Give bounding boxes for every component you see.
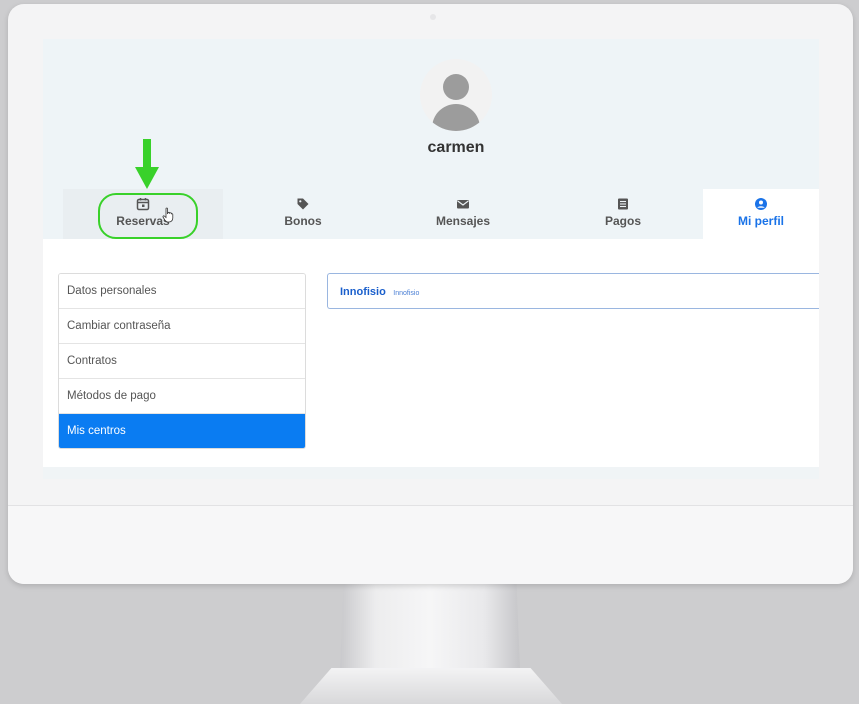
tag-icon [297, 198, 309, 210]
monitor-stand-base [300, 668, 562, 704]
monitor-frame: carmen Reservas Bonos Mensajes Pagos Mi … [8, 4, 853, 584]
menu-item-contratos[interactable]: Contratos [59, 344, 305, 379]
tab-bonos-label: Bonos [284, 214, 322, 228]
user-circle-icon [755, 198, 767, 210]
tab-pagos[interactable]: Pagos [543, 189, 703, 239]
screen-bottom-edge [43, 467, 819, 479]
avatar-head-icon [443, 74, 469, 100]
profile-tabs: Reservas Bonos Mensajes Pagos Mi perfil [63, 189, 819, 239]
avatar-body-icon [432, 104, 480, 131]
receipt-icon [618, 198, 628, 210]
tab-bonos[interactable]: Bonos [223, 189, 383, 239]
tab-reservas[interactable]: Reservas [63, 189, 223, 239]
calendar-icon [136, 198, 150, 211]
arrow-down-indicator-icon [135, 139, 159, 189]
monitor-chin [8, 505, 853, 584]
tab-pagos-label: Pagos [604, 214, 641, 228]
camera-dot [430, 14, 436, 20]
app-screen: carmen Reservas Bonos Mensajes Pagos Mi … [43, 39, 819, 479]
menu-item-mis-centros[interactable]: Mis centros [59, 414, 305, 448]
menu-item-metodos-de-pago[interactable]: Métodos de pago [59, 379, 305, 414]
tab-mi-perfil[interactable]: Mi perfil [703, 189, 819, 239]
hand-pointer-icon [162, 207, 174, 223]
tab-mi-perfil-label: Mi perfil [737, 214, 784, 228]
monitor-stand-neck [340, 580, 520, 670]
tab-mensajes[interactable]: Mensajes [383, 189, 543, 239]
centro-card[interactable]: Innofisio Innofisio [327, 273, 819, 309]
menu-item-cambiar-contrasena[interactable]: Cambiar contraseña [59, 309, 305, 344]
centro-name: Innofisio [340, 286, 386, 298]
tab-mensajes-label: Mensajes [435, 214, 491, 228]
menu-item-datos-personales[interactable]: Datos personales [59, 274, 305, 309]
envelope-icon [457, 200, 469, 209]
centro-subtitle: Innofisio [393, 290, 420, 297]
avatar [420, 59, 492, 131]
profile-side-menu: Datos personales Cambiar contraseña Cont… [58, 273, 306, 449]
